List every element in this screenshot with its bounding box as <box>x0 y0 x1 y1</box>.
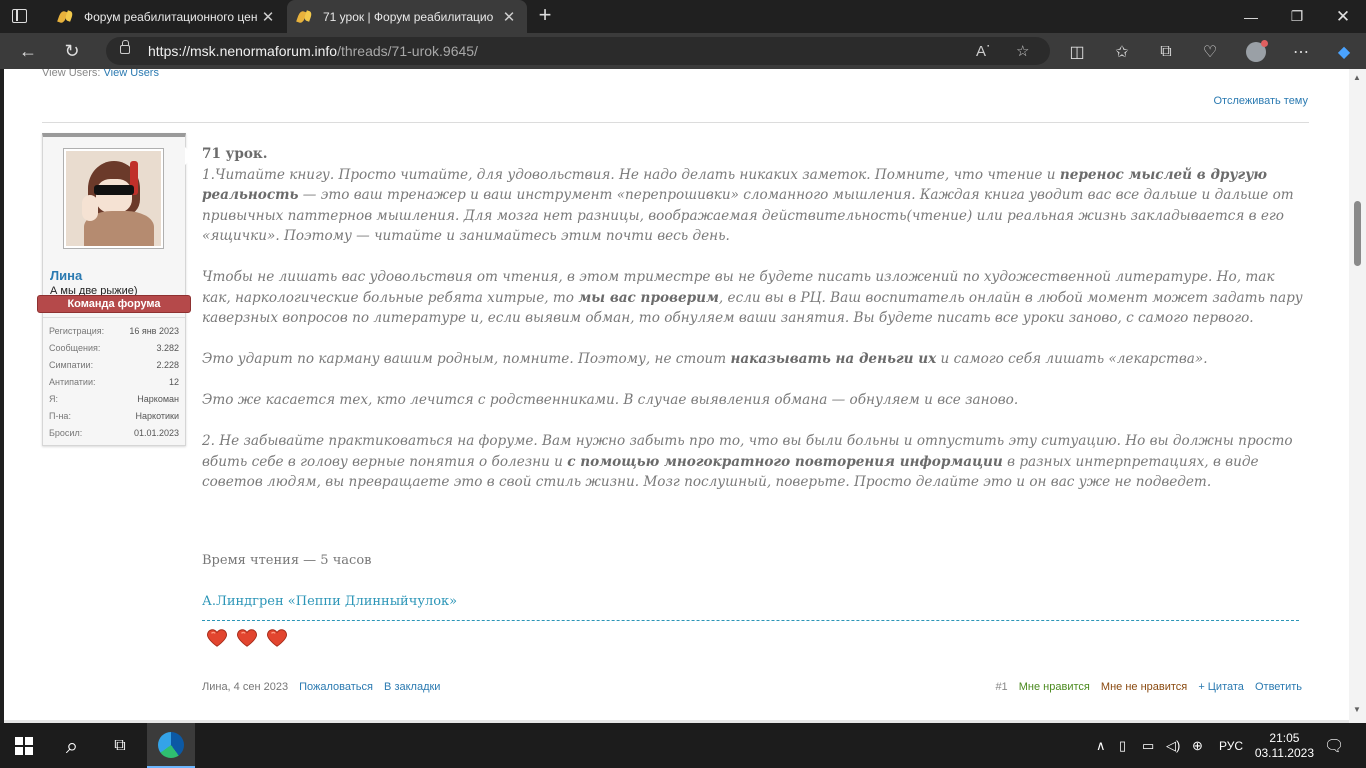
stat-row: П-на: Наркотики <box>49 411 179 421</box>
dashed-divider <box>202 620 1299 621</box>
page-scrollbar[interactable]: ▲ ▼ <box>1349 69 1366 723</box>
copilot-icon[interactable]: ◆ <box>1333 41 1355 63</box>
performance-icon[interactable]: ♡ <box>1199 41 1221 63</box>
battery-icon[interactable]: ▭ <box>1142 723 1154 768</box>
divider <box>42 122 1309 123</box>
split-screen-icon[interactable]: ◫ <box>1066 41 1088 63</box>
stat-row: Регистрация: 16 янв 2023 <box>49 326 179 336</box>
forum-favicon-icon <box>58 9 74 25</box>
stat-row: Симпатии: 2.228 <box>49 360 179 370</box>
tab-title: 71 урок | Форум реабилитацио <box>323 9 494 24</box>
windows-logo-icon <box>15 736 33 755</box>
refresh-icon[interactable]: ↻ <box>59 39 85 63</box>
post-body: 71 урок. 1.Читайте книгу. Просто читайте… <box>202 144 1304 493</box>
tab-lesson-71[interactable]: 71 урок | Форум реабилитацио ✕ <box>287 0 527 33</box>
heart-icon <box>206 627 228 649</box>
hearts-row <box>206 627 288 649</box>
heart-icon <box>236 627 258 649</box>
taskbar: ⌕ ⧉ ∧ ▯ ▭ ◁) ⊕ РУС 21:05 03.11.2023 🗨︎ <box>0 723 1366 768</box>
url-path: /threads/71-urok.9645/ <box>337 43 478 59</box>
tab-actions-icon[interactable] <box>12 7 32 25</box>
new-tab-icon[interactable]: + <box>534 4 556 26</box>
watch-thread-link[interactable]: Отслеживать тему <box>1213 95 1308 107</box>
clock-time: 21:05 <box>1269 731 1300 745</box>
read-time: Время чтения — 5 часов <box>202 553 372 568</box>
post-number-link[interactable]: #1 <box>995 681 1007 693</box>
post-meta: Лина, 4 сен 2023 <box>202 681 289 693</box>
username-link[interactable]: Лина <box>50 268 82 283</box>
read-aloud-icon[interactable]: Aᐝ <box>976 42 990 60</box>
reply-button[interactable]: Ответить <box>1255 681 1302 693</box>
stat-row: Сообщения: 3.282 <box>49 343 179 353</box>
language-indicator[interactable]: РУС <box>1219 723 1243 768</box>
book-title: А.Линдгрен «Пеппи Длинныйчулок» <box>202 594 458 609</box>
address-bar: ← ↻ https://msk.nenormaforum.info/thread… <box>0 33 1366 69</box>
task-view-icon[interactable]: ⧉ <box>96 723 144 768</box>
view-users-label: View Users: <box>42 69 101 79</box>
paragraph-2: Чтобы не лишать вас удовольствия от чтен… <box>202 269 1303 326</box>
network-icon[interactable]: ⊕ <box>1192 723 1203 768</box>
stat-row: Антипатии: 12 <box>49 377 179 387</box>
avatar[interactable] <box>63 148 164 249</box>
paragraph-4: Это же касается тех, кто лечится с родст… <box>202 392 1019 408</box>
collections-icon[interactable]: ⧉ <box>1155 41 1177 63</box>
heart-icon <box>266 627 288 649</box>
close-window-icon[interactable]: ✕ <box>1320 0 1366 33</box>
close-tab-icon[interactable]: ✕ <box>260 8 276 26</box>
user-stats: Регистрация: 16 янв 2023 Сообщения: 3.282 … <box>43 317 185 442</box>
url-field[interactable]: https://msk.nenormaforum.info/threads/71… <box>106 37 1050 65</box>
close-tab-icon[interactable]: ✕ <box>501 8 517 26</box>
dislike-button[interactable]: Мне не нравится <box>1101 681 1187 693</box>
edge-taskbar-button[interactable] <box>147 723 195 768</box>
post-heading: 71 урок. <box>202 146 268 162</box>
staff-banner: Команда форума <box>37 295 191 313</box>
quote-button[interactable]: + Цитата <box>1198 681 1244 693</box>
paragraph-1: 1.Читайте книгу. Просто читайте, для удо… <box>202 166 1294 245</box>
tab-bar: Форум реабилитационного цен ✕ 71 урок | … <box>0 0 1366 33</box>
url-host: https://msk.nenormaforum.info <box>148 43 338 59</box>
stat-row: Я: Наркоман <box>49 394 179 404</box>
paragraph-5: 2. Не забывайте практиковаться на форуме… <box>202 433 1293 490</box>
clock[interactable]: 21:05 03.11.2023 <box>1255 731 1314 761</box>
volume-icon[interactable]: ◁) <box>1166 723 1180 768</box>
notifications-icon[interactable]: 🗨︎ <box>1324 723 1344 768</box>
edge-icon <box>158 731 184 758</box>
avatar-image <box>66 151 161 246</box>
pointer-arrow <box>185 147 194 165</box>
report-link[interactable]: Пожаловаться <box>299 681 373 693</box>
page-viewport: View Users: View Users Отслеживать тему … <box>4 69 1349 723</box>
scrollbar-thumb[interactable] <box>1354 201 1361 266</box>
clock-date: 03.11.2023 <box>1254 746 1314 760</box>
user-info-block: Лина А мы две рыжие) Команда форума Реги… <box>37 133 194 446</box>
profile-avatar-icon[interactable] <box>1245 40 1268 63</box>
like-button[interactable]: Мне нравится <box>1019 681 1090 693</box>
back-icon[interactable]: ← <box>15 39 41 63</box>
minimize-icon[interactable]: — <box>1228 0 1274 33</box>
forum-favicon-icon <box>297 9 313 25</box>
paragraph-3: Это ударит по карману вашим родным, помн… <box>202 351 1208 367</box>
start-button[interactable] <box>0 723 48 768</box>
scroll-down-icon[interactable]: ▼ <box>1353 705 1361 714</box>
restore-icon[interactable]: ❐ <box>1274 0 1320 33</box>
tray-chevron-icon[interactable]: ∧ <box>1096 723 1106 768</box>
stat-row: Бросил: 01.01.2023 <box>49 428 179 438</box>
more-menu-icon[interactable]: ⋯ <box>1290 41 1312 63</box>
favorites-icon[interactable]: ✩ <box>1111 41 1133 63</box>
tab-forum-home[interactable]: Форум реабилитационного цен ✕ <box>48 0 286 33</box>
scroll-up-icon[interactable]: ▲ <box>1353 73 1361 82</box>
bookmark-link[interactable]: В закладки <box>384 681 440 693</box>
usb-icon[interactable]: ▯ <box>1119 723 1126 768</box>
view-users-link[interactable]: View Users <box>104 69 159 79</box>
lock-icon[interactable] <box>120 40 130 54</box>
favorite-star-icon[interactable]: ☆ <box>1016 42 1029 60</box>
search-icon[interactable]: ⌕ <box>48 723 96 768</box>
tab-title: Форум реабилитационного цен <box>84 9 258 24</box>
